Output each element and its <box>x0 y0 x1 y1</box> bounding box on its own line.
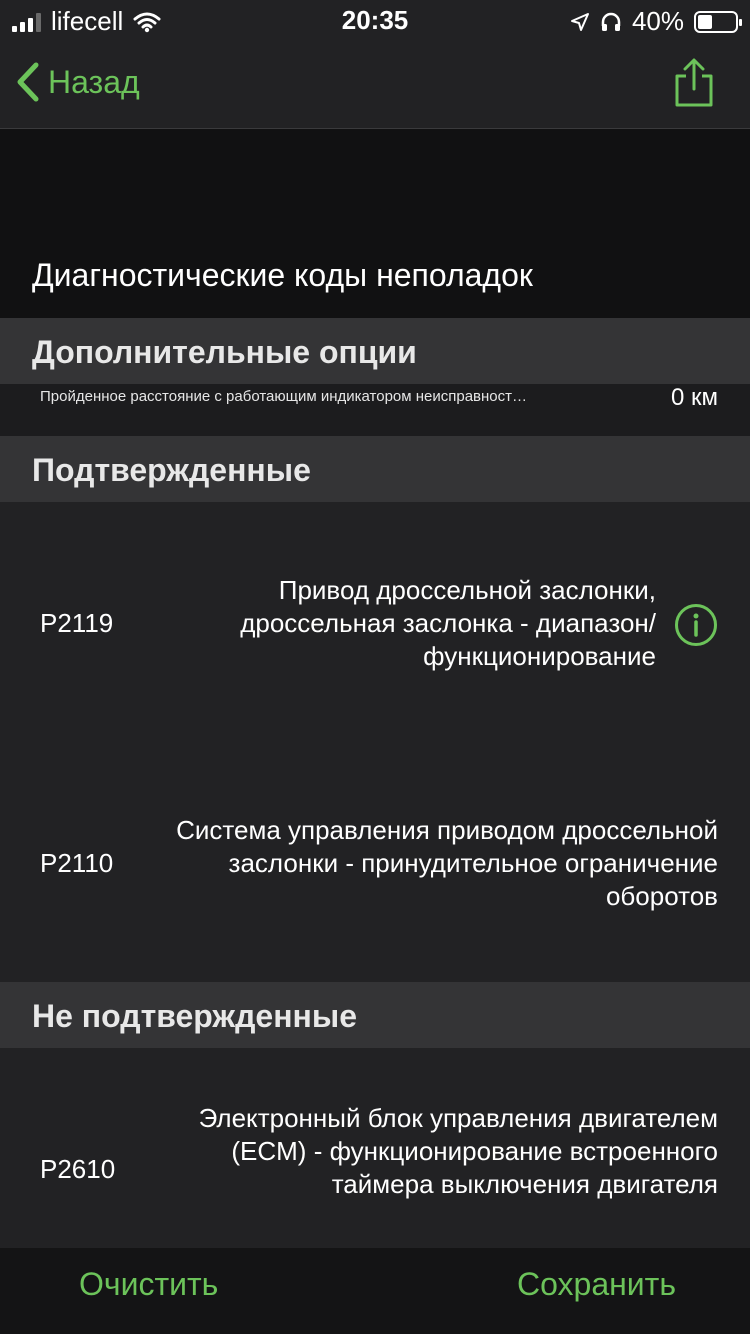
dtc-code: P2110 <box>40 848 114 878</box>
info-button[interactable] <box>674 603 718 652</box>
share-icon <box>675 58 713 107</box>
status-bar: lifecell 20:35 40% <box>0 0 750 42</box>
info-icon <box>675 604 717 646</box>
share-button[interactable] <box>672 58 716 113</box>
location-arrow-icon <box>570 12 589 31</box>
battery-percent: 40% <box>631 6 684 36</box>
dtc-row-p2119[interactable]: P2119 Привод дроссельной заслонки, дросс… <box>0 502 750 742</box>
dtc-code: P2119 <box>40 608 114 638</box>
clear-button[interactable]: Очистить <box>79 1266 218 1303</box>
dtc-row-p2110[interactable]: P2110 Система управления приводом дроссе… <box>0 742 750 982</box>
headphones-icon <box>601 12 621 31</box>
dtc-description: Система управления приводом дроссельной … <box>176 815 718 911</box>
bottom-toolbar: Очистить Сохранить <box>0 1248 750 1334</box>
back-label: Назад <box>48 63 140 100</box>
option-row-mil-distance: Пройденное расстояние с работающим индик… <box>0 384 750 436</box>
option-label: Пройденное расстояние с работающим индик… <box>40 388 528 405</box>
save-button[interactable]: Сохранить <box>517 1266 676 1303</box>
section-title: Подтвержденные <box>32 452 311 488</box>
section-header-unconfirmed: Не подтвержденные <box>0 982 750 1048</box>
back-button[interactable]: Назад <box>16 62 140 102</box>
dtc-description: Привод дроссельной заслонки, дроссельная… <box>240 575 656 671</box>
status-right: 40% <box>570 6 742 37</box>
navigation-bar: Назад <box>0 42 750 129</box>
battery-icon <box>694 10 742 33</box>
dtc-code: P2610 <box>40 1154 116 1184</box>
dtc-row-p2610[interactable]: P2610 Электронный блок управления двигат… <box>0 1048 750 1248</box>
page-title: Диагностические коды неполадок <box>32 257 533 293</box>
option-value: 0 км <box>670 384 718 411</box>
title-area: Диагностические коды неполадок <box>0 129 750 318</box>
section-title: Дополнительные опции <box>32 334 417 370</box>
section-header-confirmed: Подтвержденные <box>0 436 750 502</box>
dtc-description: Электронный блок управления двигателем (… <box>198 1103 718 1199</box>
section-header-options: Дополнительные опции <box>0 318 750 384</box>
section-title: Не подтвержденные <box>32 998 357 1034</box>
chevron-left-icon <box>17 62 39 102</box>
